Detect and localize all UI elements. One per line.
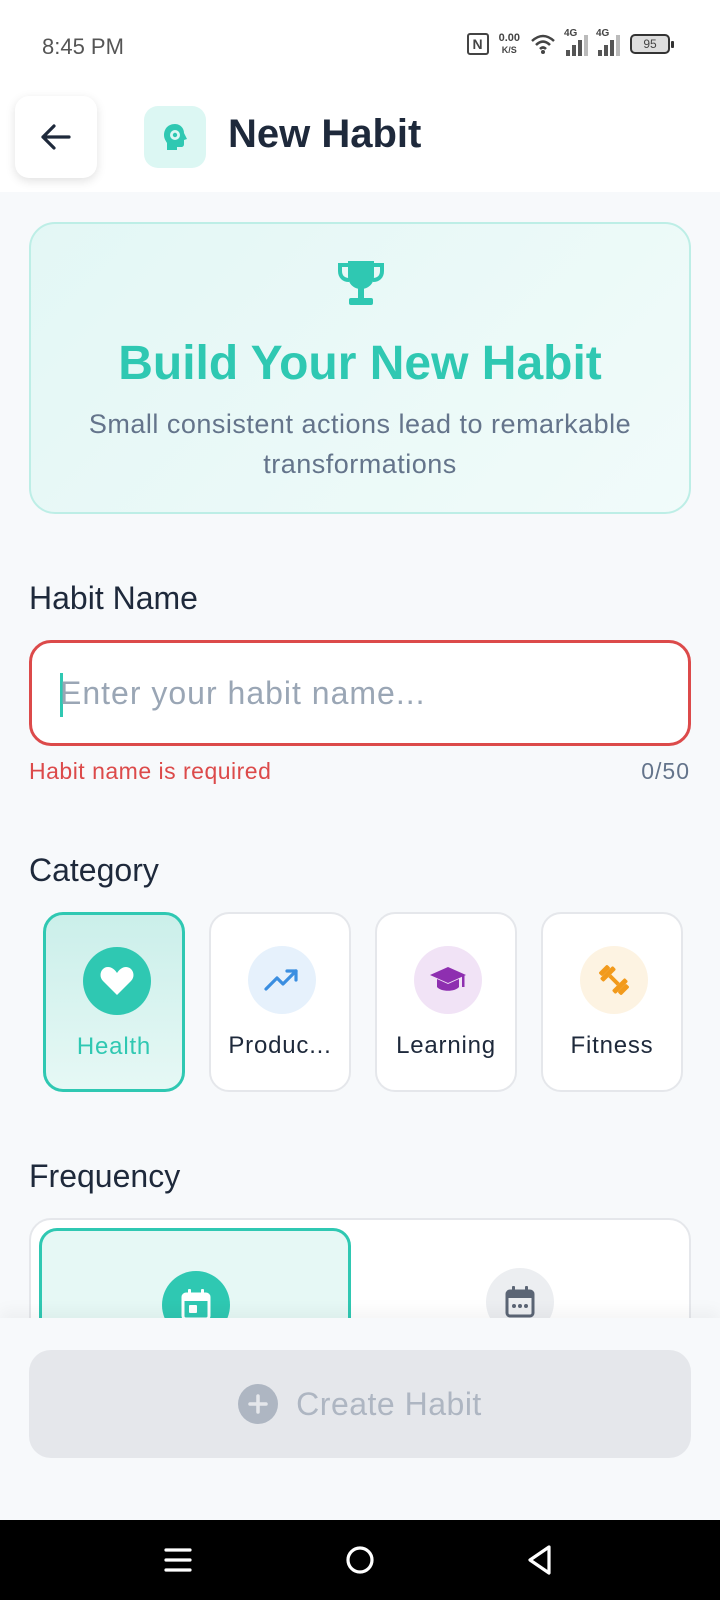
status-icons: N 0.00 K/S 4G 4G 95: [466, 28, 674, 56]
category-learning-icon-badge: [414, 946, 482, 1014]
network-speed-value: 0.00: [498, 32, 520, 44]
heart-icon: [100, 967, 134, 995]
signal-2-icon: 4G: [596, 28, 620, 56]
category-fitness-icon-badge: [580, 946, 648, 1014]
network-speed: 0.00 K/S: [499, 32, 520, 56]
app-header: New Habit: [0, 92, 720, 192]
habit-name-label: Habit Name: [29, 580, 198, 616]
category-health[interactable]: Health: [43, 912, 185, 1092]
category-label-learning: Learning: [396, 1032, 496, 1059]
plus-glyph: [248, 1394, 268, 1414]
graduation-cap-icon: [430, 967, 466, 991]
signal-1-label: 4G: [564, 28, 578, 39]
hero-card: Build Your New Habit Small consistent ac…: [29, 222, 691, 514]
category-learning[interactable]: Learning: [375, 912, 517, 1092]
category-label-health: Health: [76, 1033, 152, 1060]
system-back-button[interactable]: [520, 1540, 560, 1580]
calendar-icon: [505, 1286, 535, 1318]
system-nav-bar: [0, 1520, 720, 1600]
arrow-left-icon: [41, 124, 71, 150]
habit-name-field[interactable]: [29, 640, 691, 746]
create-habit-button[interactable]: Create Habit: [29, 1350, 691, 1458]
hero-title: Build Your New Habit: [118, 337, 602, 390]
category-health-icon-badge: [83, 947, 151, 1015]
head-gear-icon: [164, 124, 187, 150]
character-counter: 0/50: [641, 758, 690, 784]
signal-2-label: 4G: [596, 28, 610, 39]
back-triangle-icon: [528, 1545, 551, 1575]
category-productivity[interactable]: Produc...: [209, 912, 351, 1092]
recent-apps-button[interactable]: [158, 1540, 198, 1580]
home-button[interactable]: [340, 1540, 380, 1580]
signal-1-icon: 4G: [564, 28, 588, 56]
back-button[interactable]: [15, 96, 97, 178]
battery-icon: 95: [630, 34, 674, 54]
bottom-action-panel: Create Habit: [0, 1318, 720, 1520]
status-bar: 8:45 PM N 0.00 K/S 4G 4G 95: [0, 0, 720, 92]
hero-subtitle: Small consistent actions lead to remarka…: [88, 409, 632, 479]
category-label-fitness: Fitness: [570, 1032, 654, 1059]
category-label: Category: [29, 852, 159, 888]
status-time: 8:45 PM: [42, 34, 124, 59]
trending-up-icon: [264, 969, 298, 991]
page-title: New Habit: [228, 112, 422, 156]
category-productivity-icon-badge: [248, 946, 316, 1014]
menu-icon: [164, 1548, 192, 1572]
category-label-productivity: Produc...: [228, 1032, 332, 1059]
plus-circle-icon: [238, 1384, 279, 1424]
nfc-icon: N: [466, 33, 489, 55]
wifi-icon: [531, 34, 555, 54]
home-circle-icon: [346, 1546, 374, 1574]
frequency-label: Frequency: [29, 1158, 181, 1194]
category-fitness[interactable]: Fitness: [541, 912, 683, 1092]
battery-level: 95: [643, 37, 657, 51]
create-habit-label: Create Habit: [296, 1385, 482, 1422]
network-speed-unit: K/S: [501, 45, 517, 55]
app-icon-badge: [144, 106, 206, 168]
habit-name-error: Habit name is required: [29, 758, 272, 784]
calendar-day-icon: [181, 1289, 211, 1321]
habit-name-input[interactable]: [60, 643, 660, 743]
dumbbell-icon: [599, 965, 629, 995]
trophy-icon: [338, 261, 384, 305]
